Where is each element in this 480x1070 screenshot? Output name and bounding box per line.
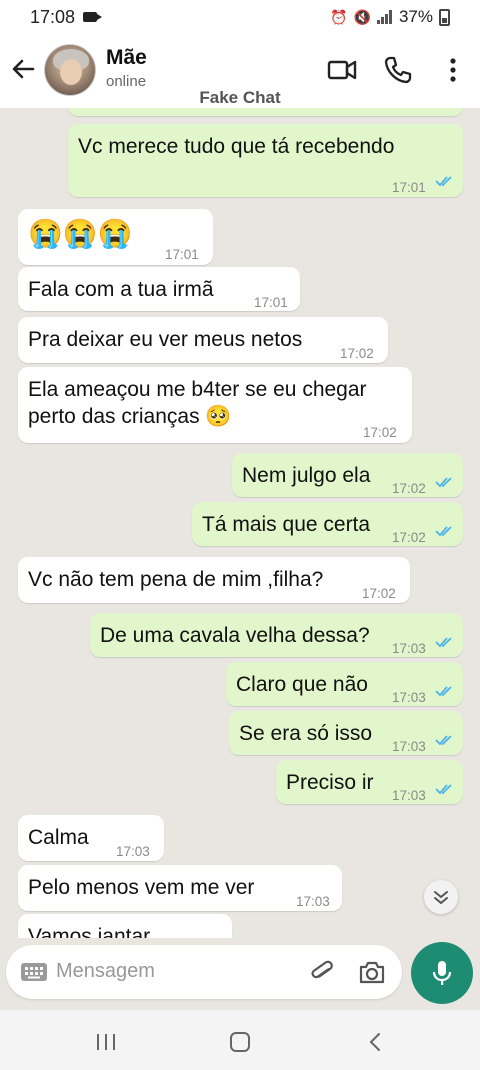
message-time: 17:03: [392, 788, 426, 803]
voice-call-icon[interactable]: [382, 54, 414, 86]
message-bubble-in[interactable]: Ela ameaçou me b4ter se eu chegar perto …: [18, 367, 412, 443]
message-bubble-partial: [68, 108, 463, 116]
message-text: Calma: [28, 826, 89, 849]
message-text: Fala com a tua irmã: [28, 278, 214, 301]
message-time: 17:03: [392, 690, 426, 705]
message-time: 17:02: [363, 425, 397, 440]
message-text: Vc merece tudo que tá recebendo: [78, 135, 395, 158]
message-time: 17:01: [254, 295, 288, 310]
read-ticks-icon: [435, 784, 452, 795]
read-ticks-icon: [435, 686, 452, 697]
message-text: Claro que não: [236, 673, 368, 696]
message-bubble-in[interactable]: Vamos jantar: [18, 914, 232, 938]
message-text: 😭😭😭: [28, 218, 133, 249]
message-bubble-out[interactable]: Preciso ir 17:03: [276, 760, 463, 804]
alarm-icon: ⏰: [330, 8, 348, 25]
message-time: 17:03: [392, 641, 426, 656]
voice-message-button[interactable]: [411, 942, 473, 1004]
message-text: Vc não tem pena de mim ,filha?: [28, 568, 324, 591]
message-text: Nem julgo ela: [242, 464, 371, 487]
message-text: Pra deixar eu ver meus netos: [28, 328, 303, 351]
message-bubble-out[interactable]: Nem julgo ela 17:02: [232, 453, 463, 497]
message-time: 17:02: [362, 586, 396, 601]
camera-icon[interactable]: [358, 959, 386, 985]
message-bubble-in[interactable]: Vc não tem pena de mim ,filha? 17:02: [18, 557, 410, 603]
message-bubble-in[interactable]: Fala com a tua irmã 17:01: [18, 267, 300, 311]
read-ticks-icon: [435, 735, 452, 746]
video-call-icon[interactable]: [326, 54, 358, 86]
status-time: 17:08: [30, 6, 76, 27]
keyboard-icon[interactable]: [20, 962, 48, 982]
message-text: Vamos jantar: [28, 925, 151, 938]
read-ticks-icon: [435, 526, 452, 537]
message-text: Pelo menos vem me ver: [28, 876, 255, 899]
read-ticks-icon: [435, 477, 452, 488]
message-time: 17:02: [340, 346, 374, 361]
message-time: 17:03: [296, 894, 330, 909]
message-list[interactable]: Vc merece tudo que tá recebendo 17:01 😭😭…: [0, 108, 480, 938]
double-chevron-down-icon: [434, 891, 448, 904]
read-ticks-icon: [435, 176, 452, 187]
message-input[interactable]: Mensagem: [56, 960, 155, 983]
message-text: De uma cavala velha dessa?: [100, 624, 370, 647]
attach-icon[interactable]: [308, 958, 336, 986]
message-bubble-out[interactable]: Vc merece tudo que tá recebendo 17:01: [68, 124, 463, 197]
message-time: 17:01: [165, 247, 199, 262]
system-nav-bar: [0, 1010, 480, 1070]
back-nav-icon[interactable]: [364, 1030, 388, 1054]
scroll-to-bottom-button[interactable]: [424, 880, 458, 914]
battery-icon: [439, 8, 450, 26]
message-text: Preciso ir: [286, 771, 374, 794]
message-bubble-in[interactable]: Calma 17:03: [18, 815, 164, 861]
battery-percent: 37%: [398, 7, 433, 26]
message-time: 17:02: [392, 481, 426, 496]
microphone-icon: [432, 961, 452, 985]
message-time: 17:03: [116, 844, 150, 859]
message-text: Se era só isso: [239, 722, 373, 745]
back-arrow-icon[interactable]: [8, 54, 38, 84]
read-ticks-icon: [435, 637, 452, 648]
message-time: 17:02: [392, 530, 426, 545]
home-icon[interactable]: [228, 1030, 252, 1054]
signal-icon: [376, 10, 392, 24]
message-bubble-out[interactable]: Claro que não 17:03: [226, 662, 463, 706]
contact-name[interactable]: Mãe: [106, 46, 147, 70]
message-text-line-2: perto das crianças 🥺: [28, 405, 232, 428]
message-text: Tá mais que certa: [202, 513, 371, 536]
message-bubble-out[interactable]: De uma cavala velha dessa? 17:03: [90, 613, 463, 657]
video-recording-icon: [83, 12, 103, 22]
message-bubble-out[interactable]: Se era só isso 17:03: [229, 711, 463, 755]
more-options-icon[interactable]: [437, 54, 469, 86]
message-bubble-in[interactable]: 😭😭😭 17:01: [18, 209, 213, 265]
message-composer[interactable]: Mensagem: [6, 945, 402, 999]
message-text-line-1: Ela ameaçou me b4ter se eu chegar: [28, 378, 367, 401]
fake-chat-watermark: Fake Chat: [199, 88, 281, 107]
status-bar: 17:08 ⏰ 🔇 37%: [0, 0, 480, 34]
message-bubble-out[interactable]: Tá mais que certa 17:02: [192, 502, 463, 546]
recent-apps-icon[interactable]: [94, 1030, 118, 1054]
message-time: 17:03: [392, 739, 426, 754]
message-bubble-in[interactable]: Pra deixar eu ver meus netos 17:02: [18, 317, 388, 363]
mute-icon: 🔇: [353, 8, 371, 25]
message-bubble-in[interactable]: Pelo menos vem me ver 17:03: [18, 865, 342, 911]
message-time: 17:01: [392, 180, 426, 195]
